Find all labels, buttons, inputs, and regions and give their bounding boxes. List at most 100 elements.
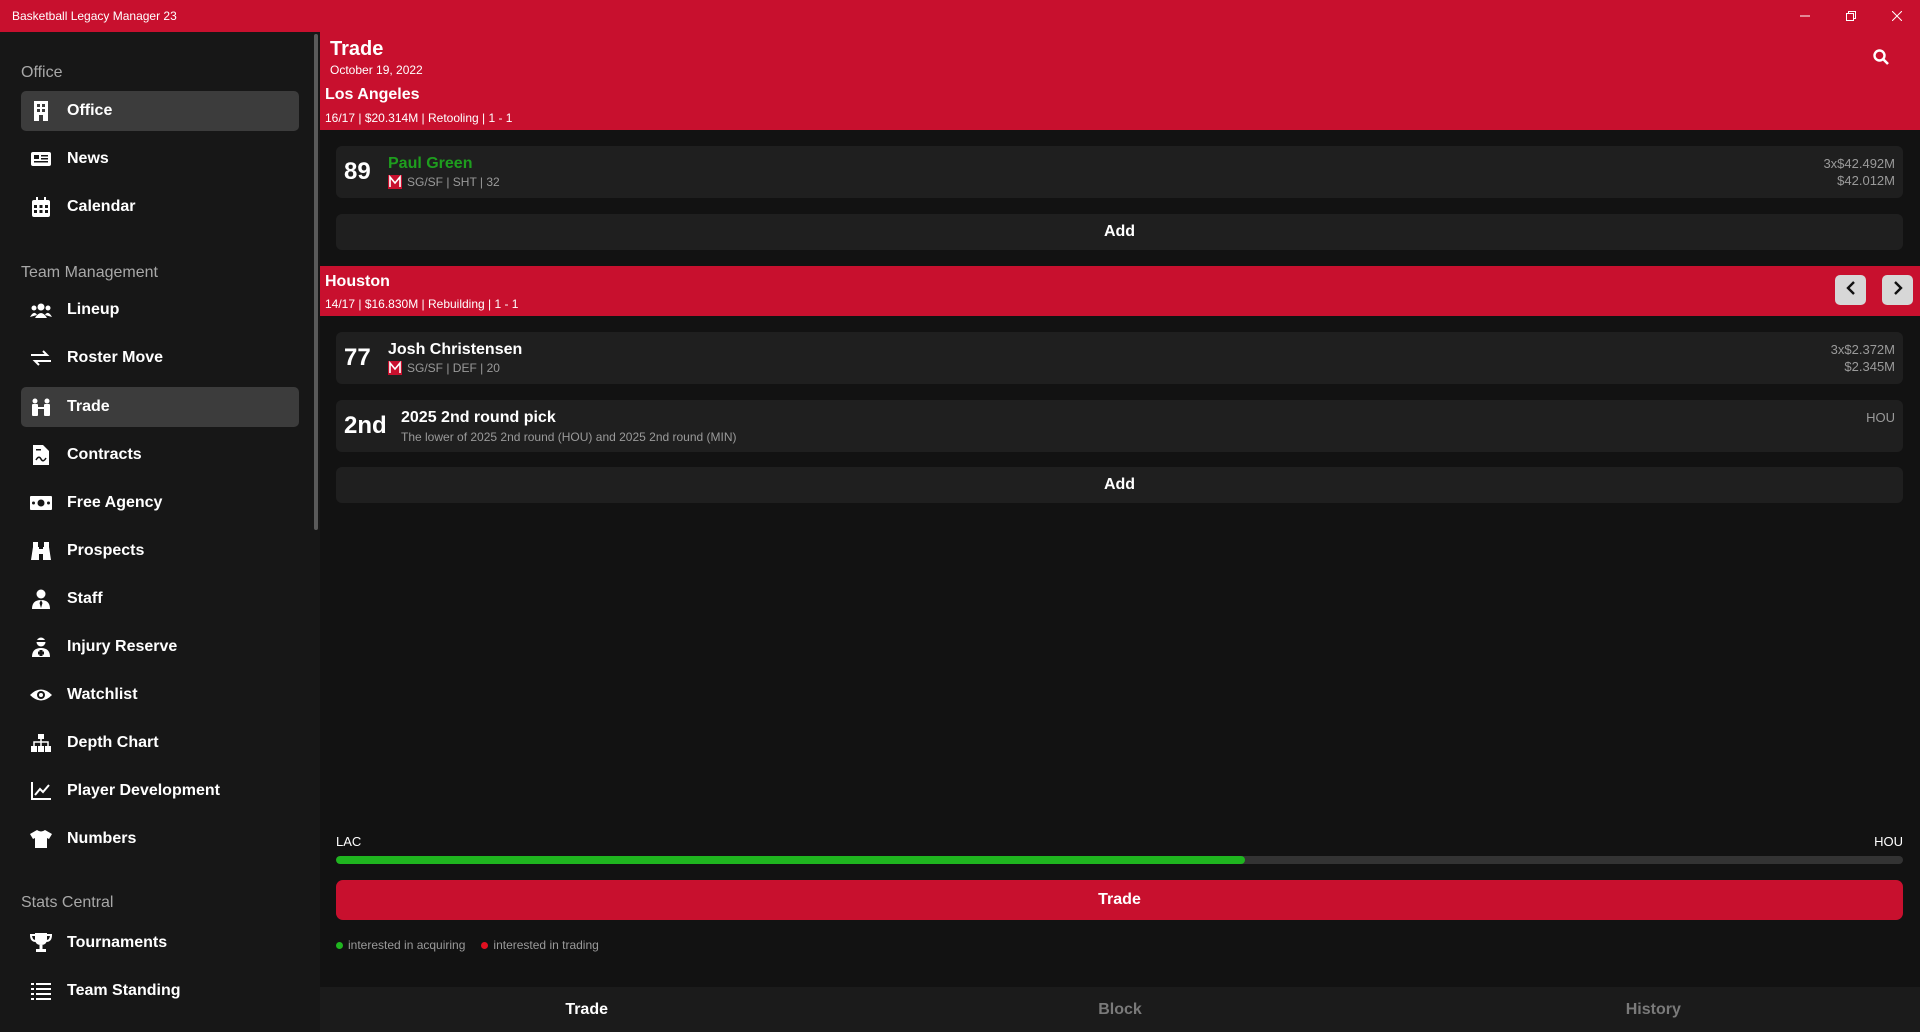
sidebar-item-label: Office — [67, 102, 113, 119]
prev-team-button[interactable] — [1835, 275, 1866, 305]
pick-title: 2025 2nd round pick — [401, 409, 556, 426]
trading-dot — [481, 941, 489, 949]
jersey-icon — [30, 828, 52, 850]
player-card[interactable]: 89 Paul Green SG/SF | SHT | 32 3x$42.492… — [336, 146, 1903, 198]
users-icon — [30, 299, 52, 321]
player-meta-text: SG/SF | DEF | 20 — [407, 361, 500, 375]
trade-balance-bar — [336, 856, 1903, 864]
restore-icon[interactable] — [1828, 0, 1874, 32]
main-content: Trade October 19, 2022 Los Angeles 16/17… — [320, 32, 1920, 1032]
team2-name: Houston — [325, 273, 390, 290]
sidebar-item-prospects[interactable]: Prospects — [21, 531, 299, 571]
player-ovr: 77 — [344, 344, 371, 371]
minimize-icon[interactable] — [1782, 0, 1828, 32]
sidebar-item-trade[interactable]: Trade — [21, 387, 299, 427]
contract-length: 3x$42.492M — [1823, 156, 1895, 171]
page-header: Trade October 19, 2022 Los Angeles 16/17… — [320, 32, 1920, 130]
sidebar-item-label: Free Agency — [67, 494, 163, 511]
sidebar-item-label: Roster Move — [67, 349, 164, 366]
sidebar-item-free-agency[interactable]: Free Agency — [21, 483, 299, 523]
eye-icon — [30, 684, 52, 706]
section-title-team-management: Team Management — [21, 264, 158, 281]
binoculars-icon — [30, 540, 52, 562]
player-meta: SG/SF | DEF | 20 — [388, 360, 500, 375]
pick-round: 2nd — [344, 412, 387, 439]
sidebar-item-calendar[interactable]: Calendar — [21, 187, 299, 227]
team2-info: 14/17 | $16.830M | Rebuilding | 1 - 1 — [325, 297, 519, 311]
sidebar-item-label: Lineup — [67, 301, 120, 318]
trade-button[interactable]: Trade — [336, 880, 1903, 920]
team1-name: Los Angeles — [325, 86, 420, 103]
sitemap-icon — [30, 732, 52, 754]
acquiring-dot — [336, 941, 343, 949]
sidebar-item-label: Prospects — [67, 542, 145, 559]
title-bar: Basketball Legacy Manager 23 — [0, 0, 1920, 32]
sidebar-item-office[interactable]: Office — [21, 91, 299, 131]
sidebar-item-label: Tournaments — [67, 934, 168, 951]
window-controls — [1782, 0, 1920, 32]
app-title: Basketball Legacy Manager 23 — [12, 9, 177, 23]
close-icon[interactable] — [1874, 0, 1920, 32]
legend: interested in acquiring interested in tr… — [336, 938, 599, 952]
tab-block[interactable]: Block — [853, 987, 1386, 1032]
page-date: October 19, 2022 — [330, 63, 423, 77]
team-logo-icon — [388, 174, 402, 189]
trophy-icon — [30, 932, 52, 954]
chevron-right-icon — [1893, 280, 1903, 300]
sidebar-item-depth-chart[interactable]: Depth Chart — [21, 723, 299, 763]
team1-add-button[interactable]: Add — [336, 214, 1903, 250]
team1-info: 16/17 | $20.314M | Retooling | 1 - 1 — [325, 111, 513, 125]
sidebar-item-injury-reserve[interactable]: Injury Reserve — [21, 627, 299, 667]
player-ovr: 89 — [344, 158, 371, 185]
pick-team: HOU — [1866, 410, 1895, 425]
sidebar-item-label: Depth Chart — [67, 734, 159, 751]
sidebar-item-label: Numbers — [67, 830, 137, 847]
sidebar-item-label: Calendar — [67, 198, 136, 215]
sidebar-item-label: Injury Reserve — [67, 638, 178, 655]
team2-header: Houston 14/17 | $16.830M | Rebuilding | … — [320, 266, 1920, 316]
sidebar-item-contracts[interactable]: Contracts — [21, 435, 299, 475]
sidebar: Office Office News Calendar Team Managem… — [0, 32, 320, 1032]
sidebar-item-player-development[interactable]: Player Development — [21, 771, 299, 811]
sidebar-item-label: Player Development — [67, 782, 220, 799]
team2-add-button[interactable]: Add — [336, 467, 1903, 503]
player-card[interactable]: 77 Josh Christensen SG/SF | DEF | 20 3x$… — [336, 332, 1903, 384]
sidebar-item-team-standing[interactable]: Team Standing — [21, 971, 299, 1011]
newspaper-icon — [30, 148, 52, 170]
calendar-icon — [30, 196, 52, 218]
sidebar-item-lineup[interactable]: Lineup — [21, 290, 299, 330]
tab-history[interactable]: History — [1387, 987, 1920, 1032]
exchange-icon — [30, 347, 52, 369]
building-icon — [30, 100, 52, 122]
sidebar-item-label: News — [67, 150, 109, 167]
bottom-tabs: Trade Block History — [320, 987, 1920, 1032]
sidebar-item-tournaments[interactable]: Tournaments — [21, 923, 299, 963]
draft-pick-card[interactable]: 2nd 2025 2nd round pick The lower of 202… — [336, 400, 1903, 452]
contract-icon — [30, 444, 52, 466]
contract-length: 3x$2.372M — [1830, 342, 1895, 357]
handshake-icon — [30, 396, 52, 418]
tab-trade[interactable]: Trade — [320, 987, 853, 1032]
sidebar-item-numbers[interactable]: Numbers — [21, 819, 299, 859]
legend-acquiring: interested in acquiring — [348, 938, 466, 952]
player-name[interactable]: Paul Green — [388, 155, 472, 173]
next-team-button[interactable] — [1882, 275, 1913, 305]
legend-trading: interested in trading — [493, 938, 599, 952]
sidebar-item-watchlist[interactable]: Watchlist — [21, 675, 299, 715]
player-contract: 3x$42.492M $42.012M — [1823, 155, 1895, 189]
chart-line-icon — [30, 780, 52, 802]
section-title-stats-central: Stats Central — [21, 894, 114, 911]
sidebar-scrollbar[interactable] — [314, 34, 318, 530]
person-tie-icon — [30, 588, 52, 610]
sidebar-item-news[interactable]: News — [21, 139, 299, 179]
contract-salary: $2.345M — [1844, 359, 1895, 374]
sidebar-item-roster-move[interactable]: Roster Move — [21, 338, 299, 378]
player-name[interactable]: Josh Christensen — [388, 341, 522, 359]
search-icon[interactable] — [1868, 44, 1894, 70]
chevron-left-icon — [1845, 280, 1856, 300]
sidebar-item-label: Team Standing — [67, 982, 181, 999]
sidebar-item-staff[interactable]: Staff — [21, 579, 299, 619]
sidebar-item-label: Staff — [67, 590, 103, 607]
player-meta: SG/SF | SHT | 32 — [388, 174, 500, 189]
trade-balance-fill — [336, 856, 1245, 864]
